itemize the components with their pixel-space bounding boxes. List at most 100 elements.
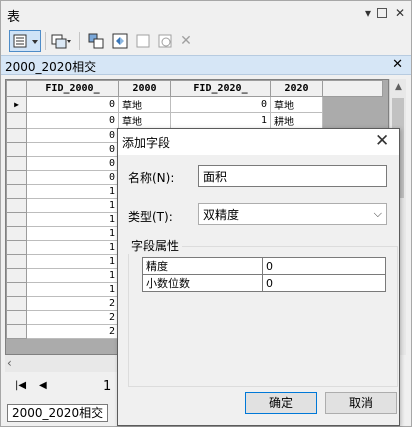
table-cell[interactable]: 0 [26,112,119,129]
row-selector[interactable] [6,240,27,255]
table-cell[interactable]: 1 [26,240,119,255]
table-cell[interactable]: 0 [26,128,119,143]
clear-selection-icon [136,34,150,48]
window-title-bar: 表 ▾ ✕ [1,1,411,27]
horizontal-scrollbar[interactable]: ‹ [5,355,117,372]
switch-selection-button[interactable] [109,30,131,52]
table-row[interactable]: 0 草地 1 耕地 [6,112,383,129]
name-label: 名称(N): [128,171,175,185]
table-cell[interactable]: 0 [26,170,119,185]
table-cell[interactable]: 草地 [118,96,171,113]
close-icon[interactable]: ✕ [393,6,407,20]
property-key: 小数位数 [142,274,263,292]
ok-button[interactable]: 确定 [245,392,317,414]
table-cell[interactable]: 2 [26,296,119,311]
close-icon[interactable]: ✕ [375,131,389,151]
delete-selected-icon[interactable]: ✕ [177,30,195,52]
table-cell[interactable]: 耕地 [270,112,323,129]
field-name-input[interactable]: 面积 [198,165,387,187]
row-selector[interactable] [6,282,27,297]
row-selector[interactable] [6,156,27,171]
empty-cell [322,96,383,113]
first-record-icon[interactable]: |◀ [15,380,26,391]
table-options-icon [13,34,38,48]
row-selector[interactable] [6,128,27,143]
column-header[interactable]: FID_2020_ [170,80,271,97]
table-cell[interactable]: 1 [26,254,119,269]
row-selector[interactable] [6,310,27,325]
row-selector[interactable] [6,142,27,157]
field-properties-title: 字段属性 [128,237,183,254]
table-cell[interactable]: 2 [26,324,119,339]
column-header[interactable]: 2000 [118,80,171,97]
table-cell[interactable]: 0 [170,96,271,113]
table-options-button[interactable] [9,30,41,52]
table-cell[interactable]: 草地 [118,112,171,129]
row-selector[interactable] [6,324,27,339]
chevron-down-icon: ⌵ [373,207,382,220]
cancel-button[interactable]: 取消 [325,392,397,414]
switch-selection-icon [112,33,128,49]
close-icon[interactable]: ✕ [392,57,403,72]
record-navigator: |◀ ◀ 1 [5,372,117,402]
maximize-icon[interactable] [377,8,387,18]
row-selector[interactable] [6,296,27,311]
row-selector[interactable] [6,254,27,269]
related-tables-button[interactable] [49,30,73,52]
scroll-up-icon[interactable]: ▲ [390,79,407,96]
row-selector[interactable]: ▶ [6,96,27,113]
previous-record-icon[interactable]: ◀ [39,380,47,391]
type-label: 类型(T): [128,210,173,224]
table-cell[interactable]: 1 [26,226,119,241]
table-cell[interactable]: 1 [170,112,271,129]
table-cell[interactable]: 0 [26,96,119,113]
property-value[interactable]: 0 [262,257,386,275]
add-field-dialog: 添加字段 ✕ 名称(N): 面积 类型(T): 双精度 ⌵ 字段属性 精度 0 … [117,128,400,426]
column-header[interactable]: 2020 [270,80,323,97]
row-selector[interactable] [6,198,27,213]
table-row[interactable]: ▶ 0 草地 0 草地 [6,96,383,113]
row-selector[interactable] [6,170,27,185]
empty-header [322,80,383,97]
table-tab-header: 2000_2020相交 ✕ [1,55,411,75]
row-selector[interactable] [6,112,27,129]
table-tab[interactable]: 2000_2020相交 [7,404,109,422]
table-cell[interactable]: 2 [26,310,119,325]
zoom-to-selected-icon [158,34,172,48]
clear-selection-button[interactable] [133,30,153,52]
zoom-to-selected-button[interactable] [155,30,175,52]
column-header[interactable]: FID_2000_ [26,80,119,97]
table-cell[interactable]: 0 [26,142,119,157]
property-key: 精度 [142,257,263,275]
table-cell[interactable]: 1 [26,282,119,297]
table-window: 表 ▾ ✕ ✕ 2000_2020相交 ✕ FID_2000_ 2000 FID… [0,0,412,427]
dialog-title-bar: 添加字段 ✕ [118,129,399,155]
row-selector[interactable] [6,226,27,241]
row-selector-header[interactable] [6,80,27,97]
select-by-attributes-button[interactable] [85,30,107,52]
scroll-left-icon[interactable]: ‹ [7,355,12,372]
row-selector[interactable] [6,212,27,227]
property-row: 小数位数 0 [142,274,386,292]
field-properties-table: 精度 0 小数位数 0 [142,257,386,292]
table-cell[interactable]: 1 [26,212,119,227]
table-tab-title: 2000_2020相交 [5,60,97,74]
dropdown-icon[interactable]: ▾ [361,6,375,20]
table-cell[interactable]: 0 [26,156,119,171]
table-cell[interactable]: 1 [26,268,119,283]
toolbar-separator [45,32,46,50]
dialog-title: 添加字段 [122,136,171,150]
row-selector[interactable] [6,268,27,283]
table-cell[interactable]: 草地 [270,96,323,113]
table-toolbar: ✕ [1,27,411,55]
current-record-number[interactable]: 1 [103,379,111,394]
property-value[interactable]: 0 [262,274,386,292]
related-tables-icon [51,34,71,49]
toolbar-separator [79,32,80,50]
table-cell[interactable]: 1 [26,184,119,199]
table-cell[interactable]: 1 [26,198,119,213]
row-selector[interactable] [6,184,27,199]
field-type-value: 双精度 [203,208,240,222]
select-by-attributes-icon [88,33,104,49]
field-type-select[interactable]: 双精度 ⌵ [198,203,387,225]
